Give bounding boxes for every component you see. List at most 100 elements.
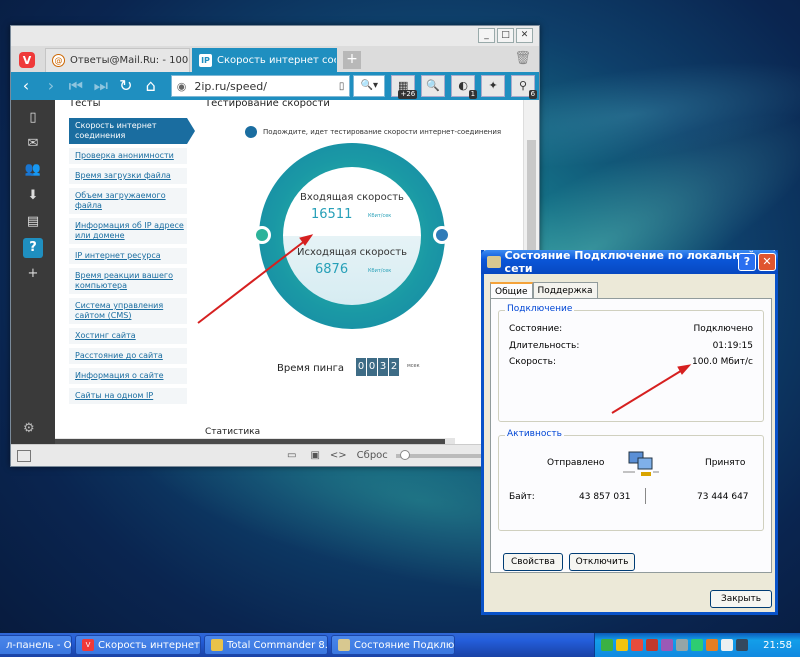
downloads-icon[interactable]: ⬇ [23,186,43,206]
reset-zoom-label[interactable]: Сброс [357,450,388,461]
taskbar-item-control-panel[interactable]: л-панель - О... [0,635,72,655]
ping-counter: 0 0 3 2 [356,358,399,376]
disconnect-button[interactable]: Отключить [569,553,635,571]
reload-button[interactable]: ↻ [115,75,137,97]
properties-button[interactable]: Свойства [503,553,563,571]
menu-item-reaction-time[interactable]: Время реакции вашего компьютера [69,268,187,294]
speed-test-heading: Тестирование скорости [205,100,330,109]
tray-app-icon[interactable] [736,639,748,651]
tray-app-icon[interactable] [631,639,643,651]
tray-mail-icon[interactable] [646,639,658,651]
tray-app-icon[interactable] [661,639,673,651]
menu-item-site-info[interactable]: Информация о сайте [69,368,187,384]
notes-button[interactable]: ◐ 1 [451,75,478,99]
rewind-button[interactable]: ⏮ [65,75,87,97]
window-icon[interactable]: ▭ [287,450,296,461]
help-icon[interactable]: ? [23,238,43,258]
row-label: Состояние: [509,324,563,334]
search-icon[interactable]: 🔍 [421,75,446,97]
bytes-label: Байт: [509,492,535,502]
image-icon[interactable]: ▣ [310,450,319,461]
search-engine-dropdown[interactable]: 🔍▾ [353,75,386,97]
row-value: 100.0 Мбит/с [691,357,753,367]
tray-shield-icon[interactable] [601,639,613,651]
menu-item-cms[interactable]: Система управления сайтом (CMS) [69,298,187,324]
tray-app-icon[interactable] [706,639,718,651]
close-button[interactable]: ✕ [516,28,533,43]
sent-label: Отправлено [547,458,605,468]
incoming-unit: Кбит/сек [368,213,392,219]
menu-item-ip-info[interactable]: Информация об IP адресе или домене [69,218,187,244]
notes-icon[interactable]: ▤ [23,212,43,232]
taskbar-item-connection-status[interactable]: Состояние Подключ... [331,635,455,655]
code-icon[interactable]: <> [330,450,347,461]
duration-row: Длительность: 01:19:15 [509,341,753,351]
back-button[interactable]: ‹ [15,75,37,97]
taskbar-label: Состояние Подключ... [354,639,455,651]
panel-toggle-icon[interactable] [17,449,31,462]
mail-icon: @ [52,54,65,67]
vivaldi-icon: V [19,52,35,68]
bookmarks-icon[interactable]: ▯ [23,108,43,128]
menu-item-speed[interactable]: Скорость интернет соединения [69,118,195,144]
butterfly-extension-icon[interactable]: ✦ [481,75,506,97]
menu-item-same-ip[interactable]: Сайты на одном IP [69,388,187,404]
menu-item-distance[interactable]: Расстояние до сайта [69,348,187,364]
speed-row: Скорость: 100.0 Мбит/с [509,357,753,367]
add-panel-icon[interactable]: + [23,264,43,284]
tray-volume-icon[interactable] [721,639,733,651]
menu-item-hosting[interactable]: Хостинг сайта [69,328,187,344]
browser-toolbar: ‹ › ⏮ ⏭ ↻ ⌂ ◉ 2ip.ru/speed/ ▯ 🔍▾ ▦ +26 🔍 … [11,72,539,100]
zoom-slider-handle[interactable] [399,449,410,460]
ping-digit: 2 [389,358,399,376]
menu-item-download-time[interactable]: Время загрузки файла [69,168,187,184]
connection-group: Подключение Состояние: Подключено Длител… [498,304,764,422]
mail-panel-icon[interactable]: ✉ [23,134,43,154]
scrollbar-thumb[interactable] [527,140,536,250]
tray-network-icon[interactable] [676,639,688,651]
tab-speed-test[interactable]: IP Скорость интернет соедин [192,48,337,72]
extensions-badge: 6 [528,90,538,99]
tray-app-icon[interactable] [691,639,703,651]
help-button[interactable]: ? [738,253,756,271]
tray-sigma-icon[interactable] [616,639,628,651]
gear-icon[interactable]: ⚙ [23,421,35,436]
row-value: Подключено [693,324,753,334]
fast-forward-button[interactable]: ⏭ [90,75,112,97]
bookmark-icon[interactable]: ▯ [339,81,345,92]
tab-strip: V @ Ответы@Mail.Ru: - 100 МБ IP Скорость… [11,46,539,72]
speed-dial-button[interactable]: ▦ +26 [391,75,418,99]
home-button[interactable]: ⌂ [140,75,162,97]
close-dialog-button[interactable]: Закрыть [710,590,772,608]
globe-icon: ◉ [176,79,187,93]
dialog-titlebar: Состояние Подключение по локальной сети … [481,249,778,275]
new-tab-button[interactable]: + [343,51,361,69]
activity-group: Активность Отправлено Принято Байт: 43 8… [498,429,764,531]
network-icon [338,639,350,651]
network-icon [487,256,501,268]
browser-window: _ □ ✕ V @ Ответы@Mail.Ru: - 100 МБ IP Ск… [10,25,540,467]
forward-button[interactable]: › [40,75,62,97]
menu-item-resource-ip[interactable]: IP интернет ресурса [69,248,187,264]
taskbar: л-панель - О... V Скорость интернет ... … [0,633,800,657]
minimize-button[interactable]: _ [478,28,495,43]
maximize-button[interactable]: □ [497,28,514,43]
vivaldi-icon: V [82,639,94,651]
taskbar-item-browser[interactable]: V Скорость интернет ... [75,635,201,655]
tab-label: Ответы@Mail.Ru: - 100 МБ [70,55,189,66]
trash-icon[interactable]: 🗑 [514,51,531,66]
vivaldi-menu-button[interactable]: V [15,48,39,72]
address-bar[interactable]: ◉ 2ip.ru/speed/ ▯ [170,75,351,97]
menu-item-anonymity[interactable]: Проверка анонимности [69,148,187,164]
clock: 21:58 [763,639,792,651]
extensions-button[interactable]: ⚲ 6 [511,75,538,99]
clock-icon [245,126,257,138]
connection-group-title: Подключение [505,304,575,314]
menu-item-file-size[interactable]: Объем загружаемого файла [69,188,187,214]
taskbar-label: Скорость интернет ... [98,639,200,651]
dialog-close-button[interactable]: ✕ [758,253,776,271]
ping-label: Время пинга [277,363,345,374]
tab-mail[interactable]: @ Ответы@Mail.Ru: - 100 МБ [45,48,190,72]
contacts-icon[interactable]: 👥 [23,160,43,180]
taskbar-item-total-commander[interactable]: Total Commander 8.5... [204,635,328,655]
